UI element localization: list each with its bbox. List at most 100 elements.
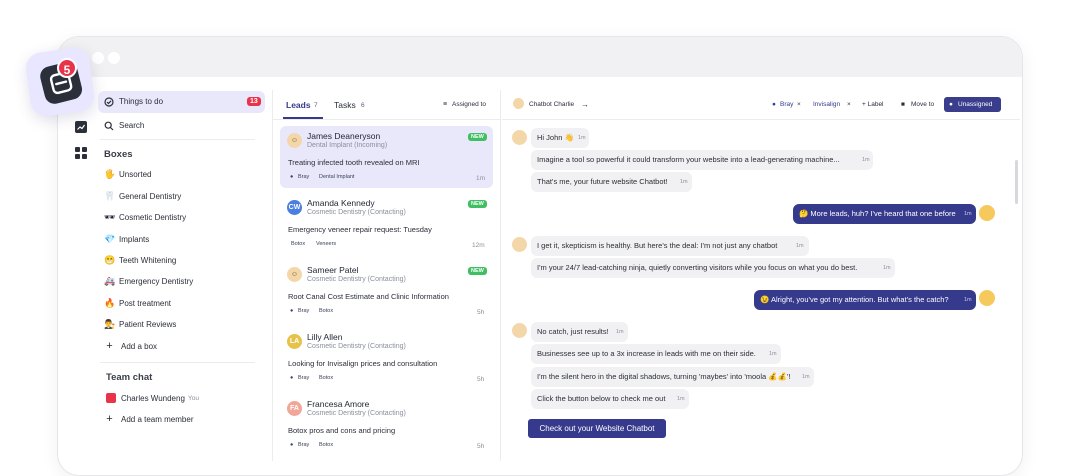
tooth-icon: 🦷 [104, 191, 116, 201]
ambulance-icon: 🚑 [104, 276, 116, 286]
dashboard-icon[interactable] [74, 146, 88, 160]
lead-time: 1m [476, 175, 486, 182]
lead-name: Lilly Allen [307, 332, 343, 342]
chat-message: Businesses see up to a 3x increase in le… [531, 344, 781, 364]
add-team-member-button[interactable]: Add a team member [121, 415, 193, 424]
add-label-button[interactable]: + Label [862, 101, 884, 108]
message-text: Imagine a tool so powerful it could tran… [537, 155, 840, 164]
face-icon: ☺ [290, 271, 299, 278]
avatar: ☺ [287, 133, 302, 148]
sidebar-item-implants[interactable]: Implants [119, 235, 149, 244]
location-pin-icon: ● [290, 442, 294, 448]
header-tag: Bray [780, 101, 794, 108]
arrow-right-icon[interactable]: → [581, 100, 589, 109]
new-badge: NEW [468, 200, 487, 208]
chatbot-avatar [513, 98, 524, 109]
chat-message: Imagine a tool so powerful it could tran… [531, 150, 873, 170]
sidebar-item-emergency-dentistry[interactable]: Emergency Dentistry [119, 277, 193, 286]
lead-stage: Cosmetic Dentistry (Contacting) [307, 410, 406, 417]
active-tab-underline [283, 117, 323, 119]
sidebar-item-teeth-whitening[interactable]: Teeth Whitening [119, 256, 176, 265]
lead-message: Root Canal Cost Estimate and Clinic Info… [288, 292, 449, 301]
avatar: LA [287, 334, 302, 349]
avatar: ☺ [287, 267, 302, 282]
hand-icon: 🖐 [104, 169, 116, 179]
lead-time: 12m [472, 242, 485, 249]
message-time: 1m [964, 211, 972, 217]
lead-tag: Bray [298, 442, 310, 448]
sidebar-item-unsorted[interactable]: Unsorted [119, 170, 151, 179]
lead-name: Francesa Amore [307, 399, 370, 409]
app-logo [23, 45, 97, 119]
sidebar-item-patient-reviews[interactable]: Patient Reviews [119, 320, 176, 329]
assign-button-label: Unassigned [958, 101, 993, 108]
user-avatar [979, 205, 995, 221]
lead-stage: Cosmetic Dentistry (Contacting) [307, 343, 406, 350]
message-text: I'm the silent hero in the digital shado… [537, 372, 791, 381]
new-badge: NEW [468, 267, 487, 275]
check-chatbot-button[interactable]: Check out your Website Chatbot [528, 419, 666, 438]
message-time: 1m [677, 396, 685, 402]
message-time: 1m [616, 329, 624, 335]
user-avatar [979, 290, 995, 306]
chat-message: That's me, your future website Chatbot! [531, 172, 692, 192]
avatar: CW [287, 200, 302, 215]
divider [273, 119, 500, 120]
plus-icon: + [106, 340, 113, 352]
lead-tag: Botox [319, 442, 334, 448]
message-text: That's me, your future website Chatbot! [537, 177, 668, 186]
lead-name: James Deaneryson [307, 131, 381, 141]
notification-badge: 5 [57, 58, 77, 78]
message-text: 🤔 More leads, huh? I've heard that one b… [799, 209, 956, 218]
location-pin-icon: ● [290, 308, 294, 314]
todo-count-badge: 13 [247, 97, 261, 106]
lead-tag: Bray [298, 375, 310, 381]
fire-icon: 🔥 [104, 298, 116, 308]
lead-time: 5h [477, 309, 485, 316]
location-pin-icon: ● [772, 101, 776, 108]
chat-message: I'm the silent hero in the digital shado… [531, 367, 814, 387]
close-icon[interactable]: × [847, 101, 851, 108]
team-member-name[interactable]: Charles Wundeng [121, 394, 185, 403]
sidebar-item-post-treatment[interactable]: Post treatment [119, 299, 171, 308]
team-member-avatar [106, 393, 116, 403]
tab-leads[interactable]: Leads [286, 100, 311, 110]
header-tag: Invisalign [813, 101, 841, 108]
sidebar-item-search[interactable]: Search [119, 121, 144, 130]
message-time: 1m [680, 179, 688, 185]
close-icon[interactable]: × [797, 101, 801, 108]
search-icon [104, 121, 114, 131]
divider [502, 119, 1020, 120]
chat-scrollbar[interactable] [1015, 160, 1018, 204]
sidebar-item-cosmetic-dentistry[interactable]: Cosmetic Dentistry [119, 213, 186, 222]
window-control-dot[interactable] [92, 52, 104, 64]
team-chat-title: Team chat [106, 372, 153, 383]
message-text: I get it, skepticism is healthy. But her… [537, 241, 778, 250]
chatbot-avatar [512, 237, 527, 252]
lead-stage: Cosmetic Dentistry (Contacting) [307, 209, 406, 216]
avatar: FA [287, 401, 302, 416]
lead-name: Amanda Kennedy [307, 198, 375, 208]
message-text: Click the button below to check me out [537, 394, 666, 403]
analytics-icon[interactable] [74, 120, 88, 134]
message-text: 😉 Alright, you've got my attention. But … [760, 295, 949, 304]
lead-stage: Dental Implant (Incoming) [307, 142, 388, 149]
chat-message: I get it, skepticism is healthy. But her… [531, 236, 809, 256]
lead-message: Treating infected tooth revealed on MRI [288, 158, 420, 167]
lead-tag: Bray [298, 174, 310, 180]
window-control-dot[interactable] [108, 52, 120, 64]
chat-message: Click the button below to check me out [531, 389, 689, 409]
move-to-button[interactable]: Move to [911, 101, 934, 108]
tab-tasks[interactable]: Tasks [334, 100, 356, 110]
assigned-to-filter[interactable]: Assigned to [452, 101, 486, 108]
add-box-button[interactable]: Add a box [121, 342, 157, 351]
message-text: Hi John 👋 [537, 133, 574, 142]
sidebar-item-general-dentistry[interactable]: General Dentistry [119, 192, 181, 201]
lead-message: Emergency veneer repair request: Tuesday [288, 225, 432, 234]
chat-contact-name[interactable]: Chatbot Charlie [529, 101, 574, 108]
face-icon: ☺ [290, 137, 299, 144]
lead-stage: Cosmetic Dentistry (Contacting) [307, 276, 406, 283]
tab-leads-count: 7 [314, 102, 318, 109]
diamond-icon: 💎 [104, 234, 116, 244]
lead-time: 5h [477, 443, 485, 450]
